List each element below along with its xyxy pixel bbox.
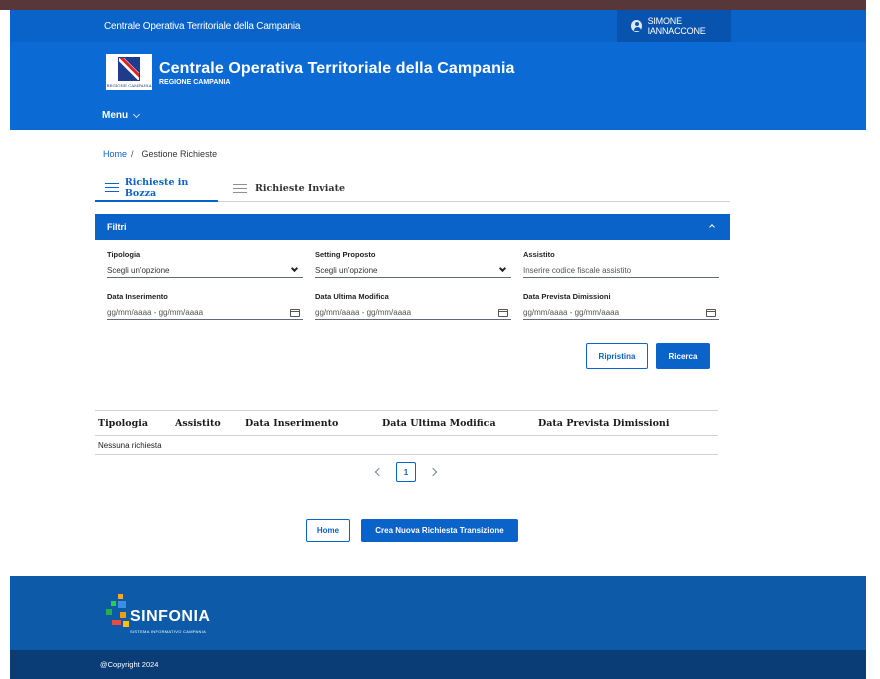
- logo-square: [120, 612, 126, 618]
- data-ultima-modifica-label: Data Ultima Modifica: [315, 292, 389, 301]
- footer-brand-sub: SISTEMA INFORMATIVO CAMPANIA: [130, 629, 207, 634]
- list-icon: [105, 183, 119, 192]
- ricerca-button[interactable]: Ricerca: [656, 343, 710, 369]
- tab-richieste-inviate[interactable]: Richieste Inviate: [223, 175, 355, 202]
- logo-caption: REGIONE CAMPANIA: [106, 83, 152, 88]
- data-inserimento-label: Data Inserimento: [107, 292, 168, 301]
- column-header[interactable]: Data Ultima Modifica: [382, 418, 496, 429]
- column-header[interactable]: Assistito: [175, 418, 221, 429]
- data-inserimento-field: Data Inserimento gg/mm/aaaa - gg/mm/aaaa: [107, 292, 303, 320]
- data-prevista-dimissioni-input[interactable]: gg/mm/aaaa - gg/mm/aaaa: [523, 306, 719, 320]
- setting-proposto-field: Setting Proposto Scegli un'opzione: [315, 250, 511, 278]
- tab-richieste-in-bozza[interactable]: Richieste in Bozza: [95, 175, 218, 202]
- tipologia-value: Scegli un'opzione: [107, 266, 170, 275]
- assistito-placeholder: Inserire codice fiscale assistito: [523, 266, 632, 275]
- results-table: Tipologia Assistito Data Inserimento Dat…: [95, 410, 718, 455]
- user-menu-button[interactable]: SIMONE IANNACCONE: [617, 10, 731, 42]
- logo-square: [112, 620, 121, 625]
- chevron-down-icon: [133, 110, 141, 118]
- data-ultima-modifica-input[interactable]: gg/mm/aaaa - gg/mm/aaaa: [315, 306, 511, 320]
- tab-label: Richieste Inviate: [255, 183, 346, 194]
- logo-square: [118, 594, 123, 599]
- tipologia-field: Tipologia Scegli un'opzione: [107, 250, 303, 278]
- site-title[interactable]: Centrale Operativa Territoriale della Ca…: [159, 60, 515, 78]
- chevron-down-icon: [290, 264, 299, 273]
- data-ultima-modifica-placeholder: gg/mm/aaaa - gg/mm/aaaa: [315, 308, 412, 317]
- chevron-down-icon: [498, 264, 507, 273]
- browser-top-strip: [0, 0, 880, 10]
- calendar-icon[interactable]: [498, 308, 508, 317]
- breadcrumb: Home / Gestione Richieste: [103, 149, 217, 159]
- list-icon: [233, 184, 247, 193]
- assistito-label: Assistito: [523, 250, 555, 259]
- page-button-current[interactable]: 1: [396, 462, 416, 482]
- site-subtitle: REGIONE CAMPANIA: [159, 79, 231, 86]
- region-logo[interactable]: REGIONE CAMPANIA: [106, 54, 152, 90]
- table-header: Tipologia Assistito Data Inserimento Dat…: [95, 410, 718, 436]
- footer: SINFONIA SISTEMA INFORMATIVO CAMPANIA: [10, 576, 866, 650]
- sinfonia-logo[interactable]: SINFONIA SISTEMA INFORMATIVO CAMPANIA: [106, 590, 236, 636]
- data-prevista-dimissioni-field: Data Prevista Dimissioni gg/mm/aaaa - gg…: [523, 292, 719, 320]
- logo-square: [111, 601, 116, 606]
- menu-label: Menu: [102, 110, 129, 121]
- footer-brand: SINFONIA: [130, 608, 211, 625]
- breadcrumb-separator: /: [131, 149, 134, 159]
- data-prevista-dimissioni-placeholder: gg/mm/aaaa - gg/mm/aaaa: [523, 308, 620, 317]
- logo-square: [118, 601, 126, 608]
- filter-title: Filtri: [107, 222, 127, 232]
- setting-proposto-value: Scegli un'opzione: [315, 266, 378, 275]
- setting-proposto-label: Setting Proposto: [315, 250, 376, 259]
- column-header[interactable]: Tipologia: [98, 418, 148, 429]
- assistito-input[interactable]: Inserire codice fiscale assistito: [523, 264, 719, 278]
- breadcrumb-current: Gestione Richieste: [141, 149, 218, 159]
- pagination: 1: [374, 462, 438, 482]
- column-header[interactable]: Data Prevista Dimissioni: [538, 418, 669, 429]
- calendar-icon[interactable]: [706, 308, 716, 317]
- tipologia-label: Tipologia: [107, 250, 141, 259]
- setting-proposto-select[interactable]: Scegli un'opzione: [315, 264, 511, 278]
- assistito-field: Assistito Inserire codice fiscale assist…: [523, 250, 719, 278]
- data-inserimento-placeholder: gg/mm/aaaa - gg/mm/aaaa: [107, 308, 204, 317]
- ripristina-button[interactable]: Ripristina: [586, 343, 648, 369]
- chevron-left-icon[interactable]: [374, 467, 384, 477]
- region-link[interactable]: Centrale Operativa Territoriale della Ca…: [104, 21, 300, 32]
- calendar-icon[interactable]: [290, 308, 300, 317]
- logo-square: [106, 609, 112, 615]
- footer-bottom: @Copyright 2024: [10, 650, 866, 679]
- data-inserimento-input[interactable]: gg/mm/aaaa - gg/mm/aaaa: [107, 306, 303, 320]
- header-slim: Centrale Operativa Territoriale della Ca…: [10, 10, 866, 42]
- user-name: SIMONE IANNACCONE: [647, 16, 706, 36]
- data-prevista-dimissioni-label: Data Prevista Dimissioni: [523, 292, 611, 301]
- chevron-right-icon[interactable]: [428, 467, 438, 477]
- data-ultima-modifica-field: Data Ultima Modifica gg/mm/aaaa - gg/mm/…: [315, 292, 511, 320]
- page-edge: [866, 0, 880, 679]
- column-header[interactable]: Data Inserimento: [245, 418, 338, 429]
- menu-button[interactable]: Menu: [102, 110, 141, 121]
- header-center: REGIONE CAMPANIA Centrale Operativa Terr…: [10, 42, 866, 130]
- tab-label: Richieste in Bozza: [124, 176, 189, 199]
- crest-icon: [118, 57, 140, 81]
- breadcrumb-home-link[interactable]: Home: [103, 149, 127, 159]
- filter-panel-header[interactable]: Filtri: [95, 214, 730, 240]
- tabs: Richieste in Bozza Richieste Inviate: [95, 175, 730, 202]
- empty-message: Nessuna richiesta: [95, 436, 718, 455]
- copyright: @Copyright 2024: [100, 660, 159, 669]
- chevron-up-icon[interactable]: [709, 224, 715, 230]
- user-icon: [631, 20, 642, 32]
- tipologia-select[interactable]: Scegli un'opzione: [107, 264, 303, 278]
- home-button[interactable]: Home: [306, 519, 350, 542]
- logo-square: [123, 621, 129, 627]
- create-request-button[interactable]: Crea Nuova Richiesta Transizione: [361, 519, 518, 542]
